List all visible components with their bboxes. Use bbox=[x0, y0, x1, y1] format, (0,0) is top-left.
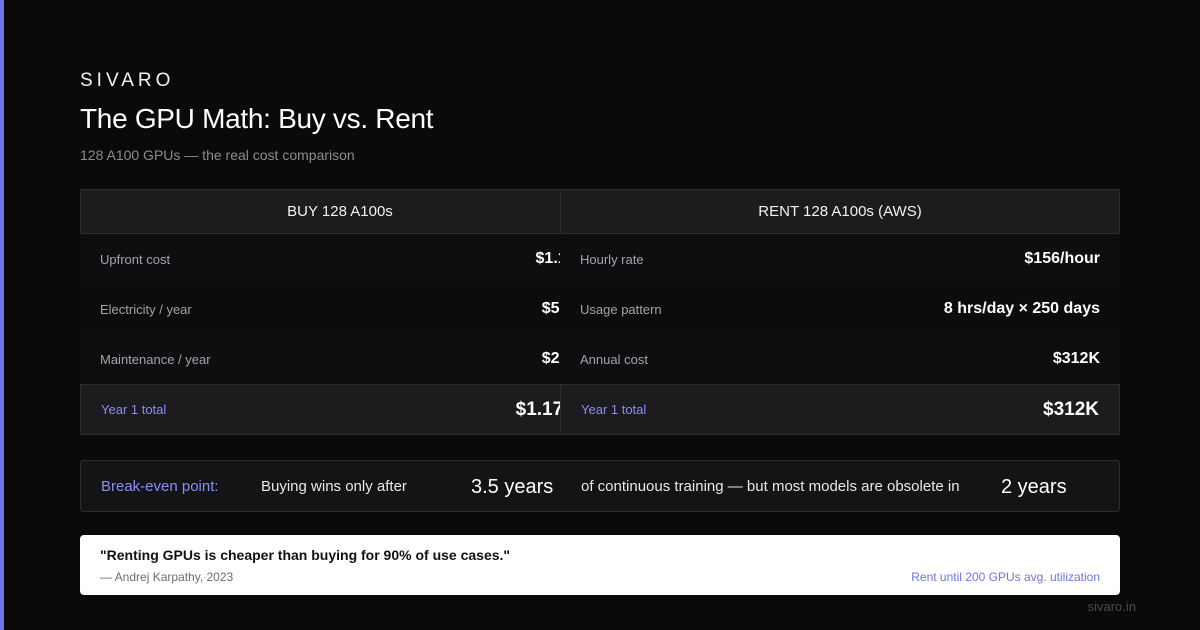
rent-column-header: RENT 128 A100s (AWS) bbox=[560, 189, 1120, 234]
page: SIVARO The GPU Math: Buy vs. Rent 128 A1… bbox=[0, 0, 1200, 630]
row-label: Hourly rate bbox=[580, 251, 644, 267]
rent-row: Hourly rate $156/hour bbox=[560, 234, 1120, 284]
quote-text: "Renting GPUs is cheaper than buying for… bbox=[100, 547, 511, 563]
total-label: Year 1 total bbox=[101, 402, 167, 417]
breakeven-years: 3.5 years bbox=[471, 476, 554, 498]
row-label: Electricity / year bbox=[100, 301, 192, 317]
breakeven-label: Break-even point: bbox=[101, 478, 219, 495]
accent-bar bbox=[0, 0, 4, 630]
buy-column: BUY 128 A100s Upfront cost $1.1M Electri… bbox=[80, 189, 600, 435]
row-value: $156/hour bbox=[1024, 250, 1100, 267]
brand-logo: SIVARO bbox=[80, 70, 175, 91]
rent-total-row: Year 1 total $312K bbox=[560, 384, 1120, 435]
buy-total-row: Year 1 total $1.17M bbox=[80, 384, 600, 435]
buy-row: Maintenance / year $20K bbox=[80, 334, 600, 384]
row-value: 8 hrs/day × 250 days bbox=[943, 300, 1100, 317]
breakeven-callout: Break-even point: Buying wins only after… bbox=[80, 460, 1120, 512]
row-value: $312K bbox=[1052, 350, 1100, 367]
buy-row: Upfront cost $1.1M bbox=[80, 234, 600, 284]
rent-row: Annual cost $312K bbox=[560, 334, 1120, 384]
quote-card: "Renting GPUs is cheaper than buying for… bbox=[80, 535, 1120, 595]
total-label: Year 1 total bbox=[581, 402, 647, 417]
buy-column-header: BUY 128 A100s bbox=[80, 189, 600, 234]
footer-domain: sivaro.in bbox=[1087, 599, 1136, 614]
obsolescence-years: 2 years bbox=[1001, 476, 1067, 498]
row-label: Maintenance / year bbox=[100, 351, 211, 367]
rent-row: Usage pattern 8 hrs/day × 250 days bbox=[560, 284, 1120, 334]
buy-row: Electricity / year $50K bbox=[80, 284, 600, 334]
breakeven-text: of continuous training — but most models… bbox=[581, 478, 960, 495]
page-subtitle: 128 A100 GPUs — the real cost comparison bbox=[80, 147, 355, 163]
row-label: Usage pattern bbox=[580, 301, 662, 317]
breakeven-text: Buying wins only after bbox=[261, 478, 407, 495]
comparison-table: BUY 128 A100s Upfront cost $1.1M Electri… bbox=[80, 189, 1120, 435]
total-value: $312K bbox=[1043, 398, 1099, 420]
page-title: The GPU Math: Buy vs. Rent bbox=[80, 103, 434, 134]
row-label: Annual cost bbox=[580, 351, 648, 367]
rent-column: RENT 128 A100s (AWS) Hourly rate $156/ho… bbox=[560, 189, 1120, 435]
row-label: Upfront cost bbox=[100, 251, 171, 267]
quote-note: Rent until 200 GPUs avg. utilization bbox=[911, 570, 1100, 584]
quote-author: — Andrej Karpathy, 2023 bbox=[100, 570, 234, 584]
